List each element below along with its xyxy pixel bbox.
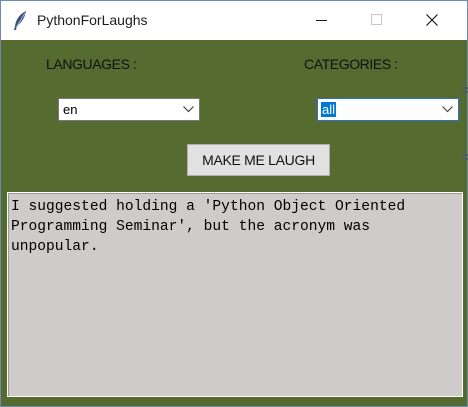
window-edge-marker: [463, 150, 468, 160]
joke-text: I suggested holding a 'Python Object Ori…: [11, 199, 414, 255]
categories-label: CATEGORIES :: [304, 56, 398, 72]
chevron-down-icon[interactable]: [442, 106, 453, 113]
close-button[interactable]: [409, 1, 455, 40]
languages-label: LANGUAGES :: [46, 56, 137, 72]
make-me-laugh-button[interactable]: MAKE ME LAUGH: [187, 144, 330, 176]
joke-text-area[interactable]: I suggested holding a 'Python Object Ori…: [7, 192, 463, 397]
feather-icon: [11, 10, 29, 32]
language-select[interactable]: en: [58, 98, 200, 121]
window-edge-marker: [463, 83, 468, 93]
language-select-value: en: [63, 102, 78, 117]
title-bar[interactable]: PythonForLaughs: [1, 1, 467, 40]
main-panel: LANGUAGES : CATEGORIES : en all MAKE ME …: [1, 40, 467, 406]
maximize-icon: [371, 14, 382, 25]
window-title: PythonForLaughs: [37, 12, 148, 28]
chevron-down-icon[interactable]: [183, 106, 194, 113]
app-window: PythonForLaughs LANGUAGES : CATEGORIES :…: [0, 0, 468, 407]
category-select-value: all: [321, 102, 337, 117]
category-select[interactable]: all: [317, 98, 459, 121]
close-icon: [426, 14, 438, 26]
maximize-button[interactable]: [354, 1, 400, 40]
minimize-icon: [316, 20, 327, 21]
minimize-button[interactable]: [299, 1, 345, 40]
